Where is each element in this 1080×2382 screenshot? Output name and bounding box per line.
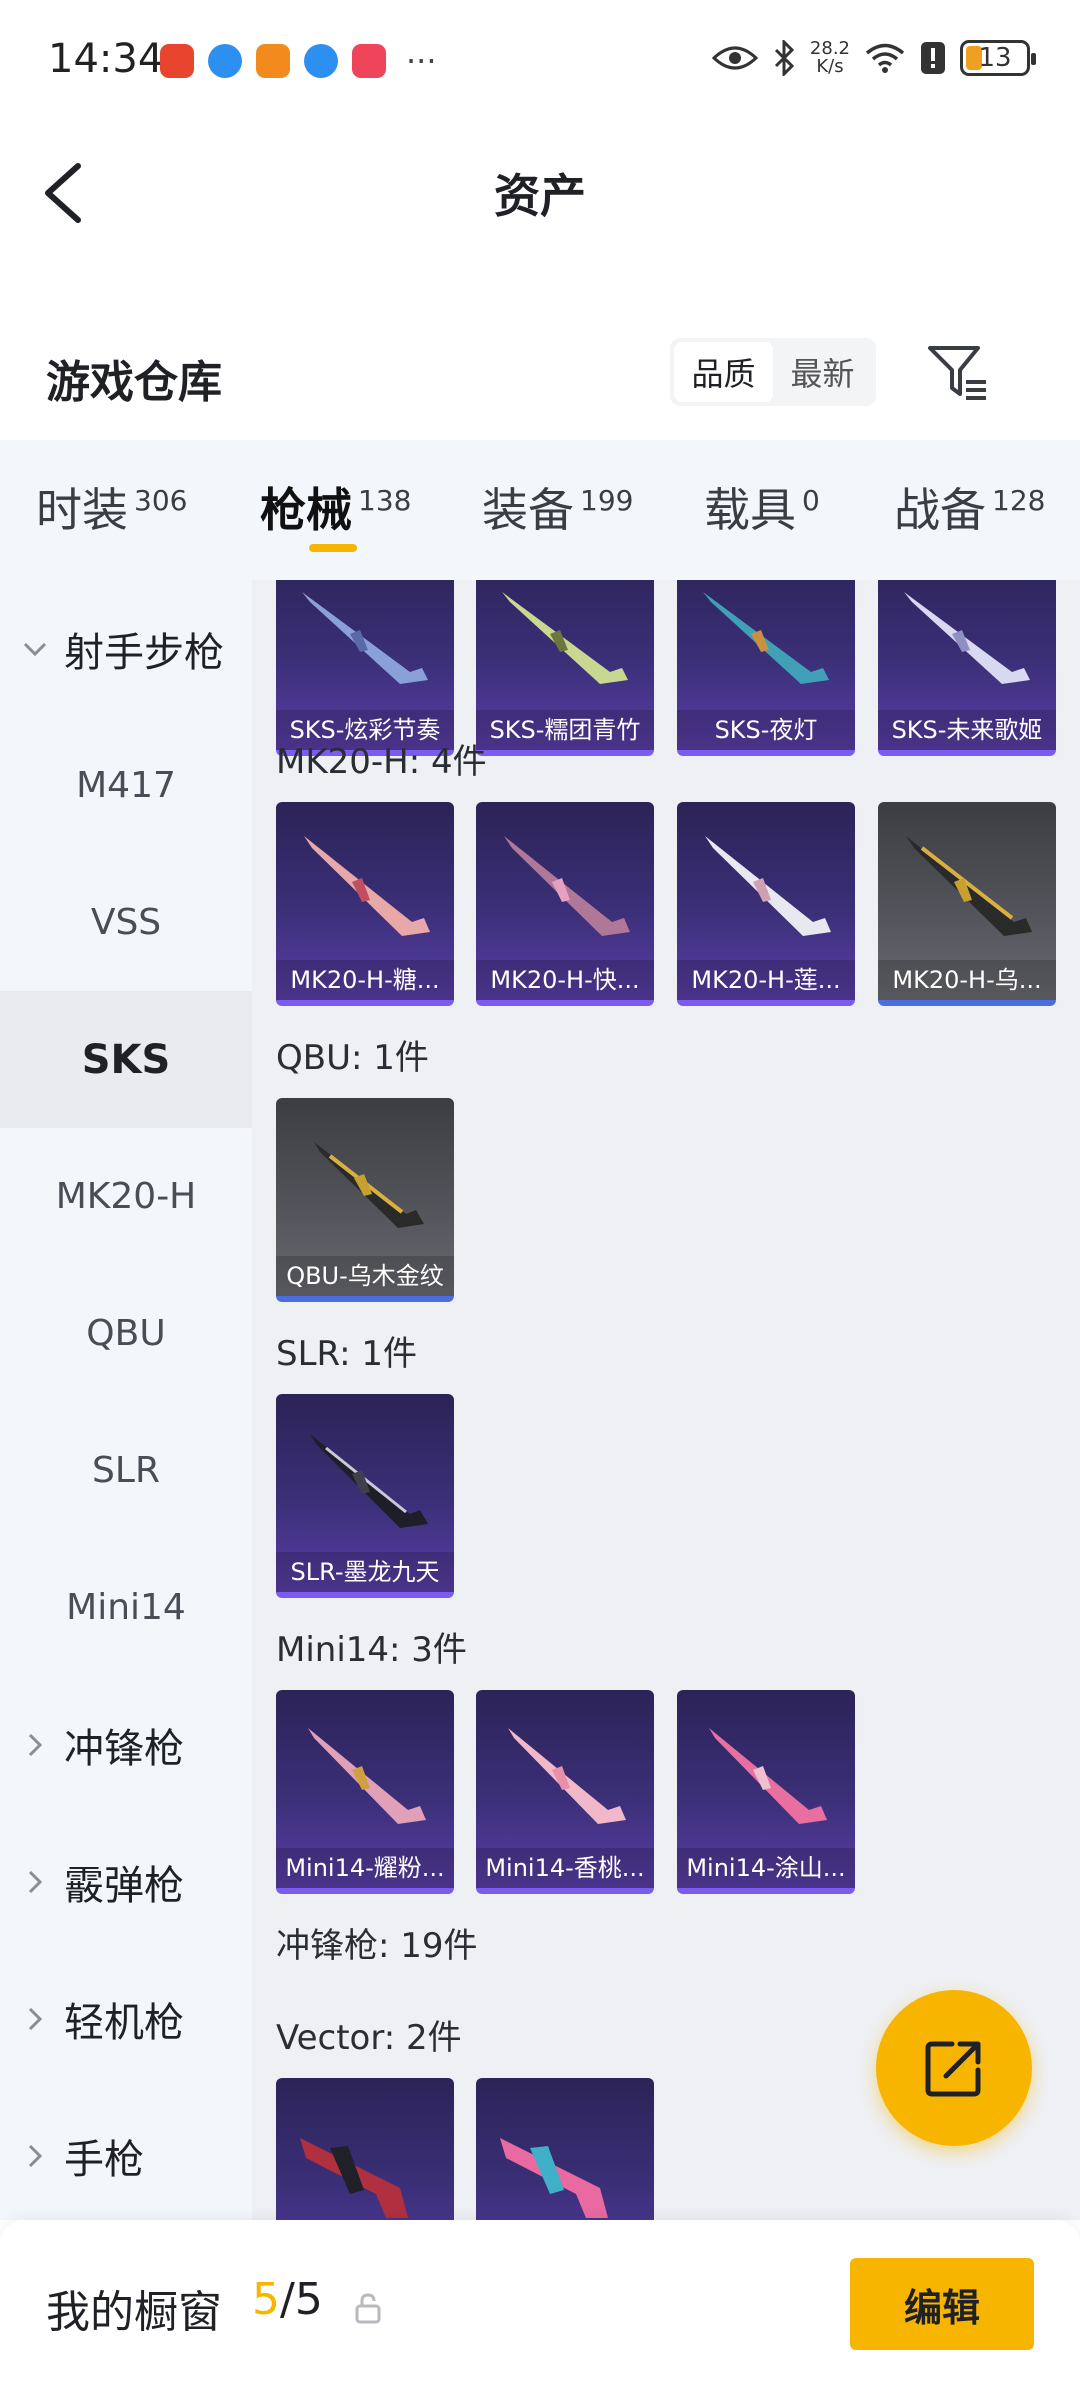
weapon-card[interactable]: SLR-墨龙九天 [276,1394,454,1598]
rifle-icon [508,1728,626,1824]
edit-showcase-button[interactable]: 编辑 [850,2258,1034,2350]
sort-latest-button[interactable]: 最新 [773,342,872,402]
chevron-right-icon [28,1870,43,1893]
sidebar-item-mk20h[interactable]: MK20-H [0,1128,252,1265]
group-label-qbu: QBU: 1件 [276,1038,429,1078]
rifle-icon [705,836,831,936]
weapon-card[interactable]: SKS-炫彩节奏 [276,580,454,756]
rifle-icon [709,1728,827,1824]
browser-notification-icon-2 [304,44,338,78]
showcase-label: 我的橱窗 [46,2287,222,2338]
tab-vehicles[interactable]: 载具 0 [704,474,820,540]
sidebar-group-marksman-rifles[interactable]: 射手步枪 [0,580,252,717]
smg-icon [500,2138,608,2218]
rifle-icon [310,1434,428,1528]
sidebar-item-qbu[interactable]: QBU [0,1265,252,1402]
weapon-card[interactable]: MK20-H-快... [476,802,654,1006]
app-notification-icon [160,44,194,78]
sidebar-item-vss[interactable]: VSS [0,854,252,991]
chevron-right-icon [28,2144,43,2167]
tab-firearms[interactable]: 枪械 138 [260,474,411,540]
weapon-type-sidebar: 射手步枪 M417 VSS SKS MK20-H QBU SLR Mini14 … [0,580,252,2220]
chevron-right-icon [28,1733,43,1756]
rifle-icon [703,592,829,684]
eye-icon [711,46,758,70]
sort-toggle: 品质 最新 [670,338,876,406]
wifi-icon [865,43,905,73]
weapon-card[interactable] [276,2078,454,2220]
weapon-grid: SKS-炫彩节奏 SKS-糯团青竹 SKS-夜灯 SKS-未来歌姬 MK20-H… [252,580,1080,2220]
status-time: 14:34 [48,36,164,82]
chevron-right-icon [28,2007,43,2030]
group-label-mk20h: MK20-H: 4件 [276,742,487,782]
rifle-icon [904,592,1030,684]
network-speed: 28.2 K/s [809,38,850,77]
notification-icons: ··· [160,44,437,78]
share-button[interactable] [876,1990,1032,2146]
sidebar-item-slr[interactable]: SLR [0,1402,252,1539]
tab-combat-supplies[interactable]: 战备 128 [894,474,1045,540]
sidebar-item-mini14[interactable]: Mini14 [0,1539,252,1676]
alert-icon [921,42,945,74]
lock-icon[interactable] [354,2292,382,2324]
category-tabs: 时装 306 枪械 138 装备 199 载具 0 战备 128 [0,440,1080,580]
group-label-vector: Vector: 2件 [276,2018,462,2058]
browser-notification-icon [208,44,242,78]
tab-fashion[interactable]: 时装 306 [36,474,187,540]
sidebar-item-m417[interactable]: M417 [0,717,252,854]
smg-icon [300,2138,408,2218]
weapon-card[interactable]: SKS-未来歌姬 [878,580,1056,756]
bluetooth-icon [774,40,795,76]
warehouse-header: 游戏仓库 品质 最新 [0,300,1080,440]
title-bar: 资产 [0,120,1080,260]
weapon-card[interactable]: Mini14-香桃... [476,1690,654,1894]
weapon-card[interactable]: MK20-H-莲... [677,802,855,1006]
weapon-card[interactable]: QBU-乌木金纹 [276,1098,454,1302]
weapon-card[interactable]: MK20-H-乌... [878,802,1056,1006]
sidebar-group-pistol[interactable]: 手枪 [0,2087,252,2224]
chevron-down-icon [23,642,47,656]
battery-indicator: 13 [960,40,1036,76]
weapon-card[interactable]: MK20-H-糖... [276,802,454,1006]
rifle-icon [314,1142,424,1228]
group-label-smg: 冲锋枪: 19件 [276,1926,478,1966]
sidebar-group-shotgun[interactable]: 霰弹枪 [0,1813,252,1950]
share-icon [925,2041,981,2097]
tab-equipment[interactable]: 装备 199 [482,474,633,540]
sort-quality-button[interactable]: 品质 [674,342,773,402]
group-label-slr: SLR: 1件 [276,1334,417,1374]
sidebar-group-lmg[interactable]: 轻机枪 [0,1950,252,2087]
warehouse-title: 游戏仓库 [46,357,222,408]
page-title: 资产 [494,169,586,223]
group-label-mini14: Mini14: 3件 [276,1630,467,1670]
filter-icon[interactable] [926,340,990,404]
weapon-card[interactable] [476,2078,654,2220]
weapon-card[interactable]: Mini14-耀粉... [276,1690,454,1894]
status-bar: 14:34 ··· 28.2 K/s 13 [0,0,1080,120]
weapon-card[interactable]: Mini14-涂山... [677,1690,855,1894]
more-notifications-icon: ··· [406,42,437,80]
rifle-icon [502,592,628,684]
weapon-card[interactable]: SKS-糯团青竹 [476,580,654,756]
weapon-card[interactable]: SKS-夜灯 [677,580,855,756]
shop-notification-icon [352,44,386,78]
active-tab-indicator [309,544,357,552]
rifle-icon [504,836,630,936]
rifle-icon [308,1728,426,1824]
game-notification-icon [256,44,290,78]
showcase-count: 5/5 [252,2274,323,2325]
showcase-bar: 我的橱窗 5/5 编辑 [0,2220,1080,2382]
rifle-icon [906,836,1032,936]
rifle-icon [304,836,430,936]
status-right: 28.2 K/s 13 [711,38,1036,77]
sidebar-group-smg[interactable]: 冲锋枪 [0,1676,252,1813]
rifle-icon [302,592,428,684]
sidebar-item-sks[interactable]: SKS [0,991,252,1128]
